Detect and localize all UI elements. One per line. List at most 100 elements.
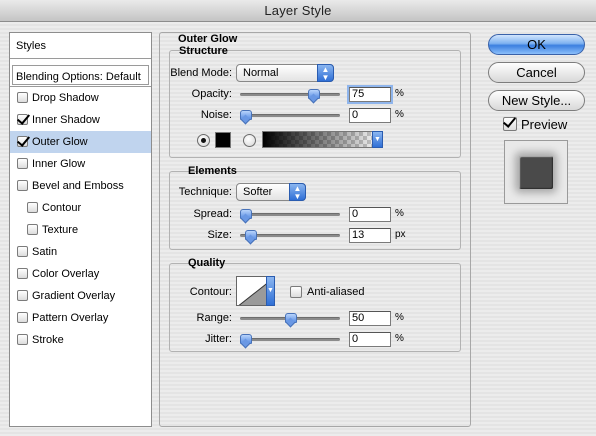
blend-mode-label: Blend Mode: — [170, 67, 232, 79]
styles-list: Styles Blending Options: Default Drop Sh… — [9, 32, 152, 427]
preview-label: Preview — [521, 117, 568, 132]
jitter-slider-thumb[interactable] — [240, 334, 252, 345]
contour-dropdown[interactable]: ▼ — [266, 276, 275, 306]
style-item-bevel-and-emboss[interactable]: Bevel and Emboss — [10, 175, 151, 197]
style-item-checkbox[interactable] — [17, 290, 28, 301]
style-item-color-overlay[interactable]: Color Overlay — [10, 263, 151, 285]
style-item-gradient-overlay[interactable]: Gradient Overlay — [10, 285, 151, 307]
style-item-label: Pattern Overlay — [32, 312, 109, 324]
elements-title: Elements — [188, 165, 237, 177]
style-item-texture[interactable]: Texture — [10, 219, 151, 241]
style-item-checkbox[interactable] — [17, 180, 28, 191]
style-items: Drop Shadow Inner Shadow Outer Glow Inner G… — [10, 87, 151, 351]
opacity-label: Opacity: — [191, 88, 232, 100]
jitter-unit: % — [395, 333, 404, 344]
preview-checkbox[interactable] — [503, 117, 517, 131]
triangle-down-icon: ▼ — [372, 131, 383, 148]
style-item-checkbox[interactable] — [17, 114, 28, 125]
window-titlebar[interactable]: Layer Style — [0, 0, 596, 22]
style-item-checkbox[interactable] — [17, 136, 28, 147]
style-item-checkbox[interactable] — [27, 202, 38, 213]
triangle-down-icon: ▼ — [267, 287, 274, 294]
solid-color-radio[interactable] — [197, 134, 210, 147]
style-item-checkbox[interactable] — [17, 92, 28, 103]
technique-label: Technique: — [178, 186, 232, 198]
glow-color-swatch[interactable] — [215, 132, 231, 148]
range-input[interactable]: 50 — [349, 311, 391, 326]
blending-options-item[interactable]: Blending Options: Default — [10, 63, 151, 87]
style-item-label: Bevel and Emboss — [32, 180, 124, 192]
spread-slider-thumb[interactable] — [240, 209, 252, 220]
anti-aliased-checkbox[interactable] — [290, 286, 302, 298]
opacity-slider[interactable] — [240, 89, 340, 99]
blend-mode-select[interactable]: Normal ▲ ▼ — [236, 64, 334, 82]
noise-slider-thumb[interactable] — [240, 110, 252, 121]
ok-button[interactable]: OK — [488, 34, 585, 55]
spread-label: Spread: — [193, 208, 232, 220]
range-label: Range: — [196, 312, 232, 324]
quality-title: Quality — [188, 257, 226, 269]
window-title: Layer Style — [264, 3, 332, 18]
style-item-label: Color Overlay — [32, 268, 100, 280]
noise-label: Noise: — [200, 109, 232, 121]
style-item-satin[interactable]: Satin — [10, 241, 151, 263]
size-input[interactable]: 13 — [349, 228, 391, 243]
noise-input[interactable]: 0 — [349, 108, 391, 123]
style-item-label: Stroke — [32, 334, 64, 346]
preview-checkbox-box[interactable] — [503, 117, 517, 131]
updown-arrows-icon: ▲ ▼ — [289, 183, 306, 201]
style-item-label: Outer Glow — [32, 136, 88, 148]
style-item-drop-shadow[interactable]: Drop Shadow — [10, 87, 151, 109]
size-slider[interactable] — [240, 230, 340, 240]
style-item-checkbox[interactable] — [17, 334, 28, 345]
style-item-inner-shadow[interactable]: Inner Shadow — [10, 109, 151, 131]
contour-label: Contour: — [189, 286, 232, 298]
opacity-input[interactable]: 75 — [347, 85, 393, 104]
jitter-input[interactable]: 0 — [349, 332, 391, 347]
style-item-pattern-overlay[interactable]: Pattern Overlay — [10, 307, 151, 329]
opacity-unit: % — [395, 88, 404, 99]
style-item-checkbox[interactable] — [17, 312, 28, 323]
structure-title: Structure — [179, 45, 228, 57]
style-item-label: Inner Shadow — [32, 114, 100, 126]
style-preview-swatch — [519, 156, 553, 189]
new-style-button[interactable]: New Style... — [488, 90, 585, 111]
style-item-inner-glow[interactable]: Inner Glow — [10, 153, 151, 175]
range-slider[interactable] — [240, 313, 340, 323]
style-item-contour[interactable]: Contour — [10, 197, 151, 219]
size-slider-thumb[interactable] — [244, 230, 257, 241]
style-item-label: Satin — [32, 246, 58, 258]
size-label: Size: — [207, 229, 232, 241]
style-item-label: Contour — [42, 202, 82, 214]
style-item-checkbox[interactable] — [27, 224, 38, 235]
size-unit: px — [395, 229, 406, 240]
style-item-label: Gradient Overlay — [32, 290, 116, 302]
technique-value: Softer — [243, 186, 273, 198]
jitter-label: Jitter: — [205, 333, 232, 345]
noise-unit: % — [395, 109, 404, 120]
style-item-stroke[interactable]: Stroke — [10, 329, 151, 351]
cancel-button[interactable]: Cancel — [488, 62, 585, 83]
updown-arrows-icon: ▲ ▼ — [317, 64, 334, 82]
style-item-label: Drop Shadow — [32, 92, 99, 104]
jitter-slider[interactable] — [240, 334, 340, 344]
style-item-checkbox[interactable] — [17, 268, 28, 279]
gradient-radio[interactable] — [243, 134, 256, 147]
spread-slider[interactable] — [240, 209, 340, 219]
style-item-checkbox[interactable] — [17, 246, 28, 257]
range-slider-thumb[interactable] — [285, 313, 297, 324]
anti-aliased-label: Anti-aliased — [307, 286, 365, 298]
gradient-picker[interactable]: ▼ — [262, 131, 383, 148]
range-unit: % — [395, 312, 404, 323]
noise-slider[interactable] — [240, 110, 340, 120]
opacity-slider-thumb[interactable] — [307, 89, 320, 100]
technique-select[interactable]: Softer ▲ ▼ — [236, 183, 306, 201]
blend-mode-value: Normal — [243, 67, 279, 79]
spread-input[interactable]: 0 — [349, 207, 391, 222]
style-item-checkbox[interactable] — [17, 158, 28, 169]
style-preview — [504, 140, 568, 204]
style-item-outer-glow[interactable]: Outer Glow — [10, 131, 151, 153]
spread-unit: % — [395, 208, 404, 219]
styles-list-header[interactable]: Styles — [10, 33, 151, 59]
style-item-label: Inner Glow — [32, 158, 86, 170]
